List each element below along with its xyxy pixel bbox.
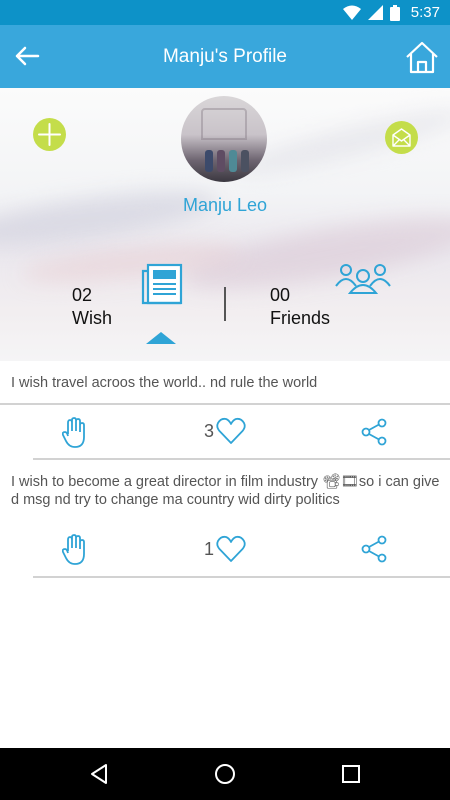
heart-icon — [216, 417, 246, 444]
wifi-icon — [342, 5, 361, 20]
status-time: 5:37 — [410, 4, 440, 21]
nav-back-icon[interactable] — [86, 761, 112, 787]
post-text: I wish travel acroos the world.. nd rule… — [11, 375, 318, 391]
nav-recents-icon[interactable] — [338, 761, 364, 787]
friends-count: 00 — [270, 285, 291, 305]
share-icon — [361, 418, 387, 446]
wish-list-icon[interactable] — [140, 263, 184, 305]
nav-home-icon[interactable] — [212, 761, 238, 787]
friends-stat[interactable]: 00 Friends — [270, 284, 330, 330]
selected-tab-indicator — [146, 332, 176, 344]
hand-button[interactable] — [62, 534, 88, 566]
wish-label: Wish — [72, 308, 112, 328]
share-button[interactable] — [360, 535, 388, 563]
share-button[interactable] — [360, 418, 388, 446]
status-bar: 5:37 — [0, 0, 450, 25]
signal-icon — [367, 5, 383, 20]
hand-icon — [62, 534, 85, 565]
add-button[interactable] — [33, 118, 66, 151]
friends-label: Friends — [270, 308, 331, 328]
system-nav-bar — [0, 748, 450, 800]
battery-icon — [389, 4, 400, 21]
like-button[interactable]: 1 — [204, 535, 246, 563]
page-title: Manju's Profile — [162, 46, 287, 67]
like-count: 1 — [204, 538, 215, 559]
mail-icon — [392, 128, 411, 147]
like-count: 3 — [204, 420, 215, 441]
share-icon — [361, 535, 387, 563]
hand-icon — [62, 417, 85, 448]
hand-button[interactable] — [62, 417, 88, 449]
profile-name: Manju Leo — [182, 195, 268, 215]
home-icon[interactable] — [404, 39, 440, 75]
friends-icon[interactable] — [334, 262, 392, 294]
avatar[interactable] — [181, 96, 267, 182]
like-button[interactable]: 3 — [204, 417, 246, 445]
wish-stat[interactable]: 02 Wish — [72, 284, 112, 330]
app-bar: Manju's Profile — [0, 25, 450, 88]
divider — [33, 576, 450, 578]
divider — [33, 458, 450, 460]
stats-divider — [224, 287, 226, 321]
mail-button[interactable] — [385, 121, 418, 154]
wish-count: 02 — [72, 285, 93, 305]
heart-icon — [216, 535, 246, 562]
post-text: I wish to become a great director in fil… — [11, 474, 440, 508]
add-icon — [38, 123, 61, 146]
divider — [0, 403, 450, 405]
